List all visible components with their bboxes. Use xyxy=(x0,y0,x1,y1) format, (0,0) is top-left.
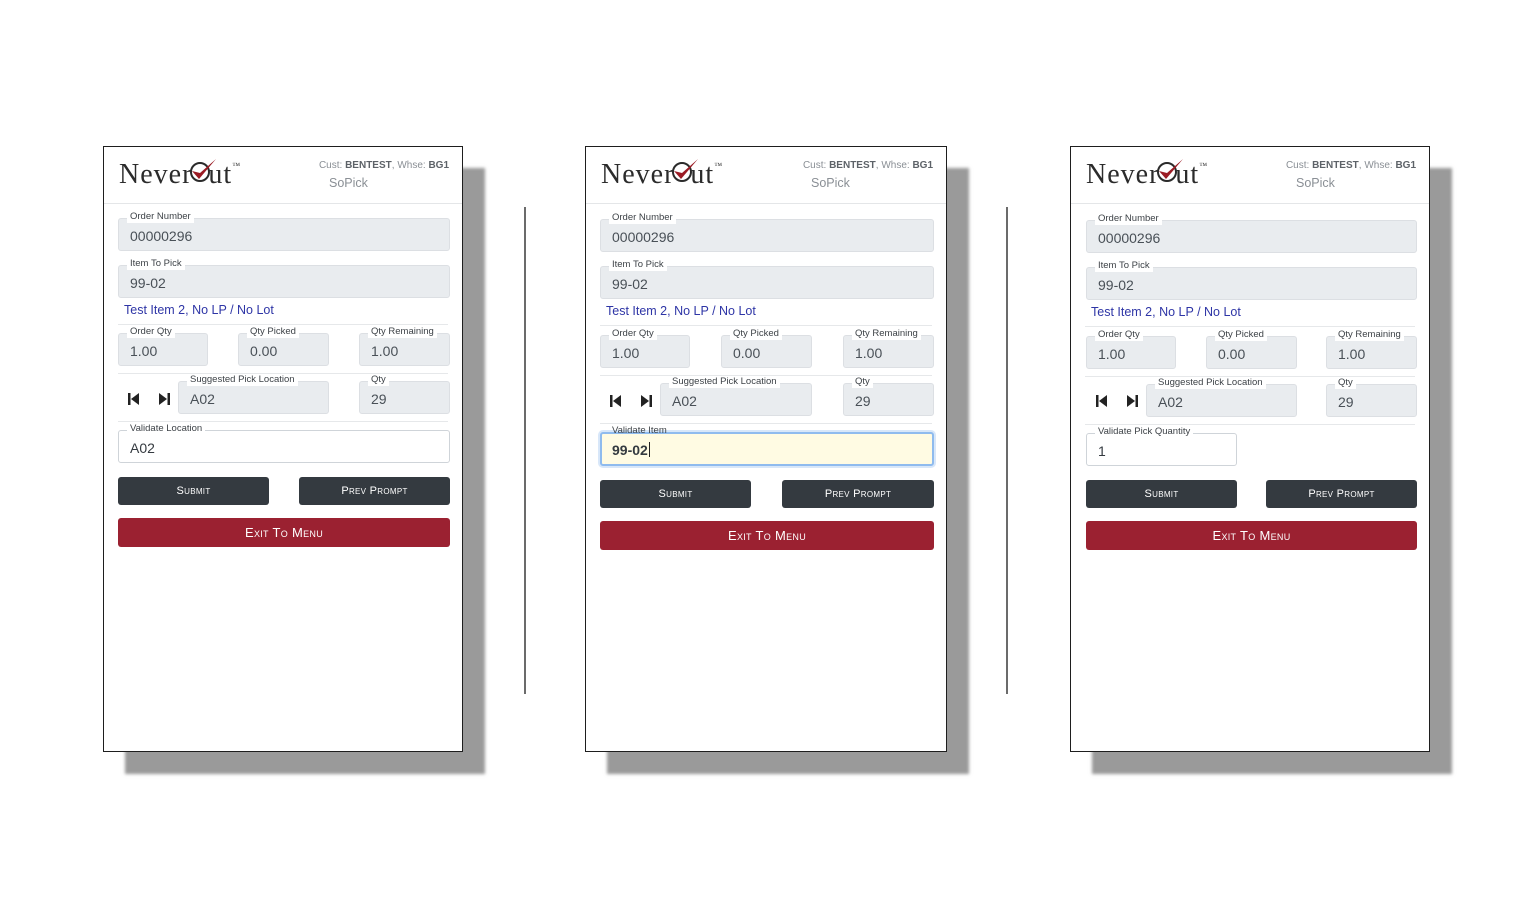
prev-prompt-button[interactable]: Prev Prompt xyxy=(299,477,450,505)
item-description: Test Item 2, No LP / No Lot xyxy=(606,304,756,318)
divider-left xyxy=(524,207,526,694)
item-to-pick-field: Item To Pick 99-02 xyxy=(600,259,934,299)
header: Never ut™ Cust: BENTEST, Whse: BG1 SoPick xyxy=(1071,147,1429,204)
qty-picked-field: Qty Picked 0.00 xyxy=(238,326,329,366)
order-number-field: Order Number 00000296 xyxy=(600,212,934,252)
customer-warehouse: Cust: BENTEST, Whse: BG1 xyxy=(1285,160,1416,171)
skip-back-icon[interactable] xyxy=(1096,394,1110,408)
skip-forward-icon[interactable] xyxy=(640,394,654,408)
customer-warehouse: Cust: BENTEST, Whse: BG1 xyxy=(318,160,449,171)
qty-picked-field: Qty Picked 0.00 xyxy=(1206,329,1297,369)
qty-remaining-field: Qty Remaining 1.00 xyxy=(1326,329,1417,369)
screen-validate-pick-quantity: Never ut™ Cust: BENTEST, Whse: BG1 SoPick… xyxy=(1070,146,1430,752)
item-to-pick-field: Item To Pick 99-02 xyxy=(1086,260,1417,300)
separator xyxy=(118,324,448,325)
screen-validate-location: Never ut™ Cust: BENTEST, Whse: BG1 SoPick… xyxy=(103,146,463,752)
submit-button[interactable]: Submit xyxy=(118,477,269,505)
app-name: SoPick xyxy=(329,176,368,190)
validate-pick-quantity-input[interactable]: Validate Pick Quantity 1 xyxy=(1086,426,1237,466)
order-qty-field: Order Qty 1.00 xyxy=(600,328,690,368)
checkmark-icon xyxy=(190,159,217,183)
text-caret xyxy=(648,442,650,457)
neverout-logo: Never ut™ xyxy=(1086,159,1209,190)
location-qty-field: Qty 29 xyxy=(843,376,934,416)
location-qty-field: Qty 29 xyxy=(359,374,450,414)
qty-picked-field: Qty Picked 0.00 xyxy=(721,328,812,368)
app-name: SoPick xyxy=(1296,176,1335,190)
prev-prompt-button[interactable]: Prev Prompt xyxy=(1266,480,1417,508)
suggested-location-field: Suggested Pick Location A02 xyxy=(178,374,329,414)
suggested-location-field: Suggested Pick Location A02 xyxy=(1146,377,1297,417)
checkmark-icon xyxy=(1157,159,1184,183)
order-qty-field: Order Qty 1.00 xyxy=(118,326,208,366)
validate-item-input[interactable]: Validate Item 99-02 xyxy=(600,425,934,466)
separator xyxy=(1085,326,1415,327)
header: Never ut™ Cust: BENTEST, Whse: BG1 SoPick xyxy=(104,147,462,204)
app-name: SoPick xyxy=(811,176,850,190)
separator xyxy=(600,325,932,326)
separator xyxy=(1085,424,1415,425)
order-number-field: Order Number 00000296 xyxy=(1086,213,1417,253)
checkmark-icon xyxy=(672,159,699,183)
neverout-logo: Never ut™ xyxy=(601,159,724,190)
separator xyxy=(600,423,932,424)
order-qty-field: Order Qty 1.00 xyxy=(1086,329,1176,369)
separator xyxy=(118,421,448,422)
order-number-field: Order Number 00000296 xyxy=(118,211,450,251)
item-description: Test Item 2, No LP / No Lot xyxy=(124,303,274,317)
customer-warehouse: Cust: BENTEST, Whse: BG1 xyxy=(802,160,933,171)
exit-to-menu-button[interactable]: Exit To Menu xyxy=(600,521,934,550)
item-description: Test Item 2, No LP / No Lot xyxy=(1091,305,1241,319)
screen-validate-item: Never ut™ Cust: BENTEST, Whse: BG1 SoPick… xyxy=(585,146,947,752)
exit-to-menu-button[interactable]: Exit To Menu xyxy=(1086,521,1417,550)
suggested-location-field: Suggested Pick Location A02 xyxy=(660,376,812,416)
submit-button[interactable]: Submit xyxy=(600,480,751,508)
skip-back-icon[interactable] xyxy=(128,392,142,406)
skip-back-icon[interactable] xyxy=(610,394,624,408)
validate-location-input[interactable]: Validate Location A02 xyxy=(118,423,450,463)
qty-remaining-field: Qty Remaining 1.00 xyxy=(843,328,934,368)
skip-forward-icon[interactable] xyxy=(158,392,172,406)
divider-right xyxy=(1006,207,1008,694)
location-qty-field: Qty 29 xyxy=(1326,377,1417,417)
submit-button[interactable]: Submit xyxy=(1086,480,1237,508)
header: Never ut™ Cust: BENTEST, Whse: BG1 SoPick xyxy=(586,147,946,204)
exit-to-menu-button[interactable]: Exit To Menu xyxy=(118,518,450,547)
item-to-pick-field: Item To Pick 99-02 xyxy=(118,258,450,298)
qty-remaining-field: Qty Remaining 1.00 xyxy=(359,326,450,366)
skip-forward-icon[interactable] xyxy=(1126,394,1140,408)
neverout-logo: Never ut™ xyxy=(119,159,242,190)
prev-prompt-button[interactable]: Prev Prompt xyxy=(782,480,934,508)
